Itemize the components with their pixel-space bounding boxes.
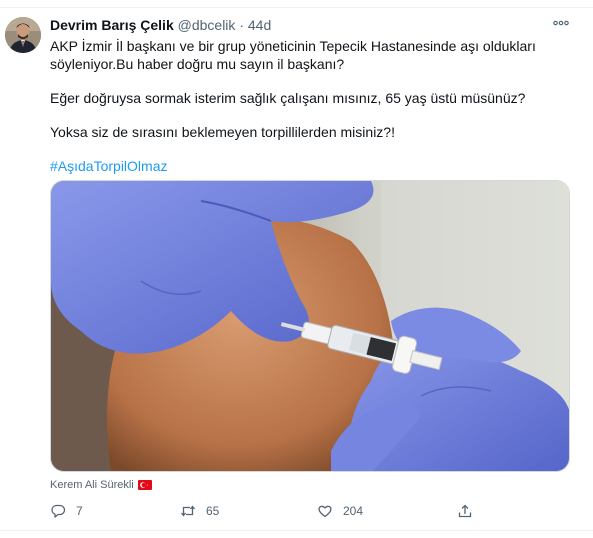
more-dots-icon[interactable]	[552, 16, 570, 30]
meta-separator: ·	[239, 17, 244, 33]
like-button[interactable]: 204	[317, 503, 363, 519]
reply-icon	[51, 504, 66, 518]
turkey-flag-icon	[137, 480, 152, 490]
reply-button[interactable]: 7	[50, 503, 83, 519]
tweet-time[interactable]: 44d	[248, 17, 271, 33]
reply-count: 7	[76, 504, 83, 518]
tweet-header: Devrim Barış Çelik @dbcelik · 44d	[50, 16, 271, 34]
avatar[interactable]	[5, 17, 41, 53]
like-count: 204	[343, 504, 364, 518]
share-button[interactable]	[457, 503, 473, 519]
retweet-button[interactable]: 65	[180, 503, 219, 519]
share-icon	[458, 504, 472, 518]
tweet-paragraph: Eğer doğruysa sormak isterim sağlık çalı…	[50, 90, 526, 106]
heart-icon	[318, 505, 332, 518]
hashtag-link[interactable]: #AşıdaTorpilOlmaz	[50, 158, 168, 174]
bottom-divider	[0, 530, 593, 531]
avatar-image	[5, 17, 41, 53]
vaccination-photo	[51, 181, 569, 471]
retweet-count: 65	[206, 504, 220, 518]
author-name[interactable]: Devrim Barış Çelik	[50, 17, 174, 33]
tweet-photo[interactable]	[50, 180, 570, 472]
media-credit[interactable]: Kerem Ali Sürekli	[50, 479, 152, 491]
top-divider	[0, 7, 593, 8]
tweet-paragraph: AKP İzmir İl başkanı ve bir grup yönetic…	[50, 38, 536, 72]
author-handle[interactable]: @dbcelik	[178, 17, 236, 33]
tweet-paragraph: Yoksa siz de sırasını beklemeyen torpill…	[50, 124, 395, 140]
tweet-text: AKP İzmir İl başkanı ve bir grup yönetic…	[50, 37, 565, 175]
retweet-icon	[180, 505, 196, 517]
credit-name: Kerem Ali Sürekli	[50, 479, 134, 491]
tweet-actions: 7 65 204	[50, 503, 530, 523]
